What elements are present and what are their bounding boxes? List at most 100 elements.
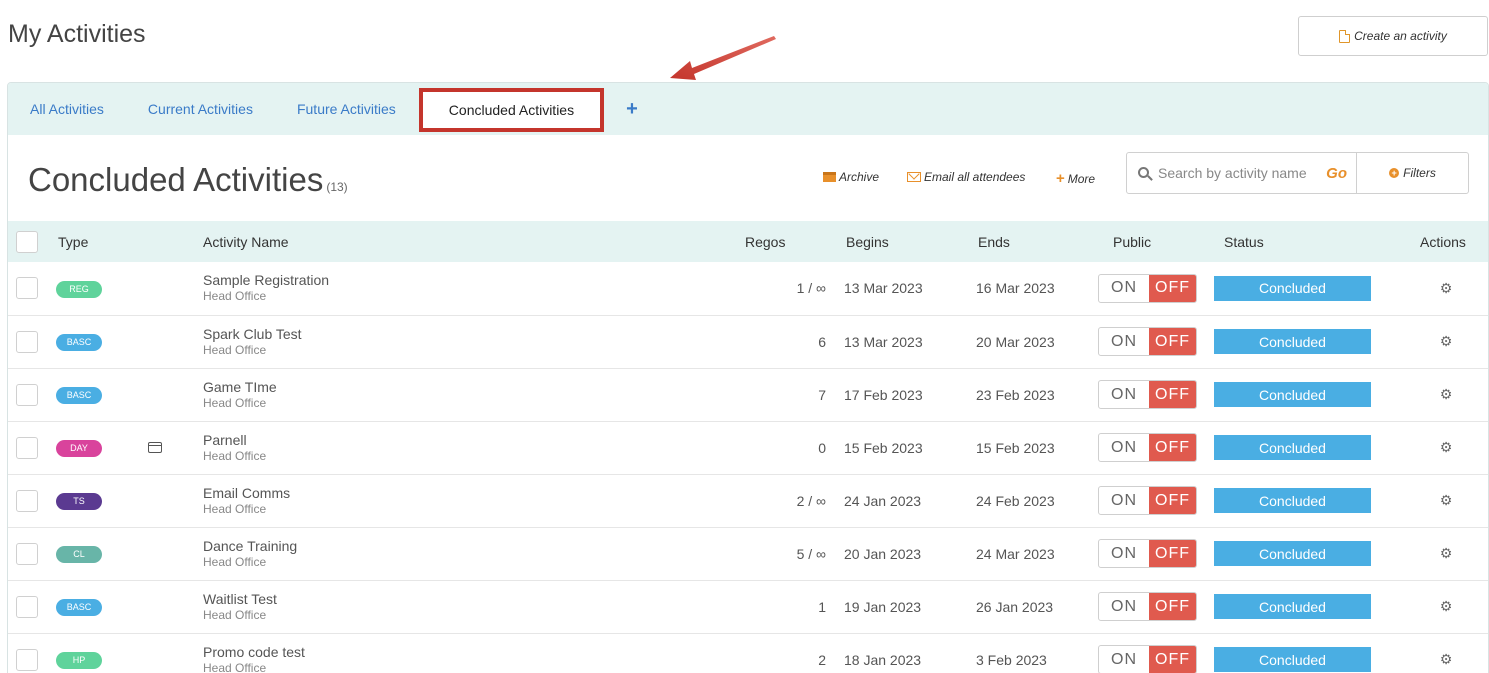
activity-location: Head Office bbox=[203, 342, 267, 357]
type-badge: CL bbox=[56, 546, 102, 563]
toggle-off-label: OFF bbox=[1149, 328, 1196, 355]
status-badge: Concluded bbox=[1214, 382, 1371, 407]
tab-bar: All Activities Current Activities Future… bbox=[8, 83, 1488, 135]
email-all-attendees-button[interactable]: Email all attendees bbox=[907, 170, 1025, 184]
gear-icon[interactable]: ⚙ bbox=[1438, 439, 1454, 456]
toggle-off-label: OFF bbox=[1149, 646, 1196, 673]
public-toggle[interactable]: ON OFF bbox=[1098, 486, 1197, 515]
type-badge: HP bbox=[56, 652, 102, 669]
toggle-on-label: ON bbox=[1111, 332, 1137, 350]
gear-icon[interactable]: ⚙ bbox=[1438, 598, 1454, 615]
status-badge: Concluded bbox=[1214, 435, 1371, 460]
gear-icon[interactable]: ⚙ bbox=[1438, 545, 1454, 562]
activity-name-link[interactable]: Parnell bbox=[203, 432, 741, 449]
activity-count: (13) bbox=[326, 180, 348, 194]
toggle-off-label: OFF bbox=[1149, 540, 1196, 567]
activity-location: Head Office bbox=[203, 501, 267, 516]
begins-date: 19 Jan 2023 bbox=[844, 598, 922, 615]
activity-location: Head Office bbox=[203, 554, 267, 569]
regos-count: 2 / ∞ bbox=[796, 492, 826, 509]
tab-concluded-activities[interactable]: Concluded Activities bbox=[418, 88, 605, 132]
plus-icon: + bbox=[1056, 170, 1065, 187]
regos-count: 1 bbox=[818, 598, 826, 615]
ends-date: 20 Mar 2023 bbox=[976, 333, 1055, 350]
row-checkbox[interactable] bbox=[16, 489, 38, 512]
table-row: REG Sample Registration Head Office 1 / ∞ 13… bbox=[8, 262, 1488, 315]
public-toggle[interactable]: ON OFF bbox=[1098, 592, 1197, 621]
table-row: BASC Waitlist Test Head Office 1 19 Jan 2023… bbox=[8, 580, 1488, 633]
ends-date: 26 Jan 2023 bbox=[976, 598, 1054, 615]
regos-count: 5 / ∞ bbox=[796, 545, 826, 562]
activity-name-link[interactable]: Dance Training bbox=[203, 538, 741, 555]
type-badge: TS bbox=[56, 493, 102, 510]
begins-date: 13 Mar 2023 bbox=[844, 280, 923, 297]
ends-date: 24 Mar 2023 bbox=[976, 545, 1055, 562]
activities-panel: All Activities Current Activities Future… bbox=[7, 82, 1489, 673]
create-activity-label: Create an activity bbox=[1354, 29, 1447, 43]
public-toggle[interactable]: ON OFF bbox=[1098, 327, 1197, 356]
go-button[interactable]: Go bbox=[1326, 165, 1347, 182]
public-toggle[interactable]: ON OFF bbox=[1098, 645, 1197, 673]
create-activity-button[interactable]: Create an activity bbox=[1298, 16, 1488, 56]
gear-icon[interactable]: ⚙ bbox=[1438, 492, 1454, 509]
plus-circle-icon: + bbox=[1389, 168, 1400, 178]
column-header-begins: Begins bbox=[846, 233, 889, 250]
begins-date: 15 Feb 2023 bbox=[844, 439, 923, 456]
column-header-ends: Ends bbox=[978, 233, 1010, 250]
status-badge: Concluded bbox=[1214, 594, 1371, 619]
public-toggle[interactable]: ON OFF bbox=[1098, 380, 1197, 409]
activity-name-link[interactable]: Waitlist Test bbox=[203, 591, 741, 608]
toggle-on-label: ON bbox=[1111, 279, 1137, 297]
begins-date: 17 Feb 2023 bbox=[844, 386, 923, 403]
type-badge: BASC bbox=[56, 334, 102, 351]
row-checkbox[interactable] bbox=[16, 277, 38, 300]
row-checkbox[interactable] bbox=[16, 436, 38, 459]
toggle-on-label: ON bbox=[1111, 544, 1137, 562]
table-row: CL Dance Training Head Office 5 / ∞ 20 Jan 2… bbox=[8, 527, 1488, 580]
gear-icon[interactable]: ⚙ bbox=[1438, 651, 1454, 668]
row-checkbox[interactable] bbox=[16, 383, 38, 406]
public-toggle[interactable]: ON OFF bbox=[1098, 273, 1197, 303]
archive-button[interactable]: Archive bbox=[823, 170, 879, 184]
activity-name-link[interactable]: Sample Registration bbox=[203, 272, 741, 289]
more-button[interactable]: + More bbox=[1056, 170, 1095, 187]
column-header-status: Status bbox=[1224, 233, 1264, 250]
filters-button[interactable]: + Filters bbox=[1357, 153, 1468, 193]
toggle-on-label: ON bbox=[1111, 491, 1137, 509]
public-toggle[interactable]: ON OFF bbox=[1098, 539, 1197, 568]
regos-count: 1 / ∞ bbox=[796, 280, 826, 297]
begins-date: 18 Jan 2023 bbox=[844, 651, 922, 668]
row-checkbox[interactable] bbox=[16, 542, 38, 565]
row-checkbox[interactable] bbox=[16, 648, 38, 671]
gear-icon[interactable]: ⚙ bbox=[1438, 386, 1454, 403]
regos-count: 0 bbox=[818, 439, 826, 456]
add-tab-plus-icon[interactable]: + bbox=[626, 98, 638, 121]
type-badge: BASC bbox=[56, 387, 102, 404]
table-row: BASC Spark Club Test Head Office 6 13 Mar 20… bbox=[8, 315, 1488, 368]
tab-future-activities[interactable]: Future Activities bbox=[297, 101, 396, 117]
activity-name-link[interactable]: Promo code test bbox=[203, 644, 741, 661]
select-all-checkbox[interactable] bbox=[16, 230, 38, 253]
gear-icon[interactable]: ⚙ bbox=[1438, 333, 1454, 350]
public-toggle[interactable]: ON OFF bbox=[1098, 433, 1197, 462]
regos-count: 7 bbox=[818, 386, 826, 403]
activity-location: Head Office bbox=[203, 289, 267, 304]
ends-date: 3 Feb 2023 bbox=[976, 651, 1047, 668]
ends-date: 15 Feb 2023 bbox=[976, 439, 1055, 456]
gear-icon[interactable]: ⚙ bbox=[1438, 280, 1454, 297]
tab-current-activities[interactable]: Current Activities bbox=[148, 101, 253, 117]
row-checkbox[interactable] bbox=[16, 595, 38, 618]
toggle-on-label: ON bbox=[1111, 385, 1137, 403]
activity-name-link[interactable]: Email Comms bbox=[203, 485, 741, 502]
section-title: Concluded Activities (13) bbox=[28, 161, 348, 198]
activity-name-link[interactable]: Spark Club Test bbox=[203, 326, 741, 343]
activity-location: Head Office bbox=[203, 395, 267, 410]
section-header: Concluded Activities (13) Archive Email a… bbox=[8, 135, 1488, 221]
type-badge: REG bbox=[56, 280, 102, 298]
status-badge: Concluded bbox=[1214, 647, 1371, 672]
row-checkbox[interactable] bbox=[16, 330, 38, 353]
activity-name-link[interactable]: Game TIme bbox=[203, 379, 741, 396]
tab-all-activities[interactable]: All Activities bbox=[30, 101, 104, 117]
search-input[interactable] bbox=[1158, 165, 1318, 181]
search-icon bbox=[1138, 167, 1149, 178]
